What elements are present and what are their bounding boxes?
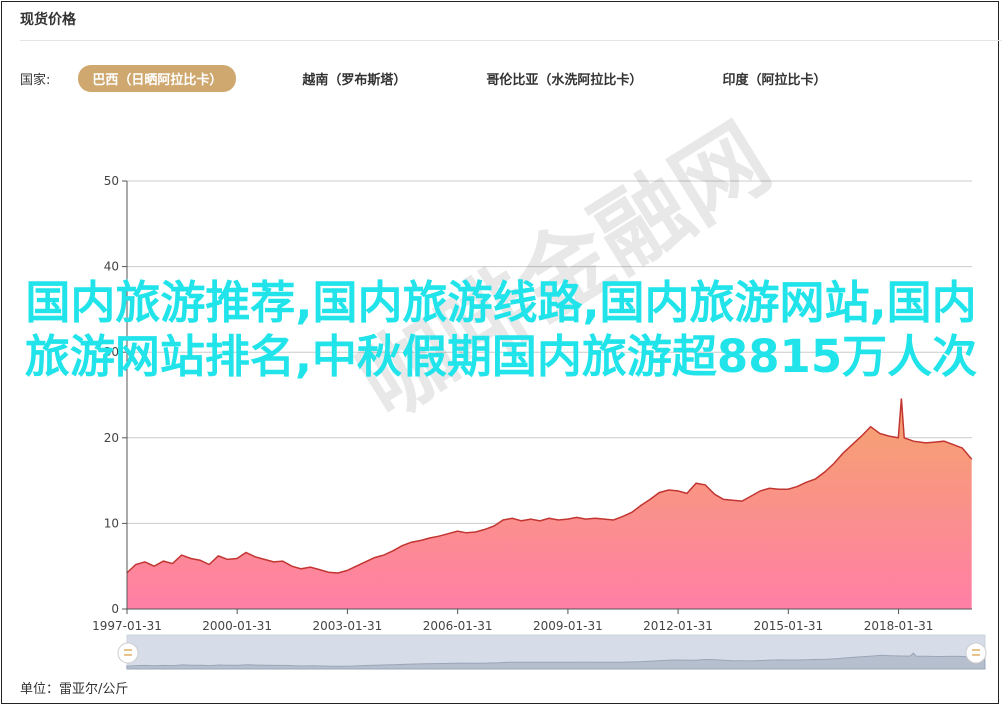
x-tick-label: 2006-01-31 xyxy=(423,619,493,633)
x-tick-label: 2015-01-31 xyxy=(753,619,823,633)
x-tick-label: 1997-01-31 xyxy=(92,619,162,633)
x-tick-label: 2000-01-31 xyxy=(202,619,272,633)
y-tick-label: 10 xyxy=(104,516,119,530)
y-tick-label: 30 xyxy=(104,345,119,359)
x-tick-label: 2018-01-31 xyxy=(864,619,934,633)
zoom-handle-knob xyxy=(965,642,987,664)
unit-label: 单位：雷亚尔/公斤 xyxy=(20,682,129,697)
price-chart: 0 10 20 30 40 50 1997-01-31 2000-01-31 2003-01-3… xyxy=(92,174,987,670)
price-area xyxy=(126,398,972,609)
zoom-handle-left[interactable] xyxy=(117,642,139,664)
x-tick-label: 2012-01-31 xyxy=(643,619,713,633)
y-tick-label: 20 xyxy=(104,431,119,445)
x-tick-label: 2009-01-31 xyxy=(533,619,603,633)
y-tick-label: 50 xyxy=(104,174,119,188)
y-tick-label: 40 xyxy=(104,260,119,274)
y-tick-label: 0 xyxy=(111,602,119,616)
x-tick-label: 2003-01-31 xyxy=(313,619,383,633)
zoom-handle-knob xyxy=(117,642,139,664)
zoom-handle-right[interactable] xyxy=(965,642,987,664)
